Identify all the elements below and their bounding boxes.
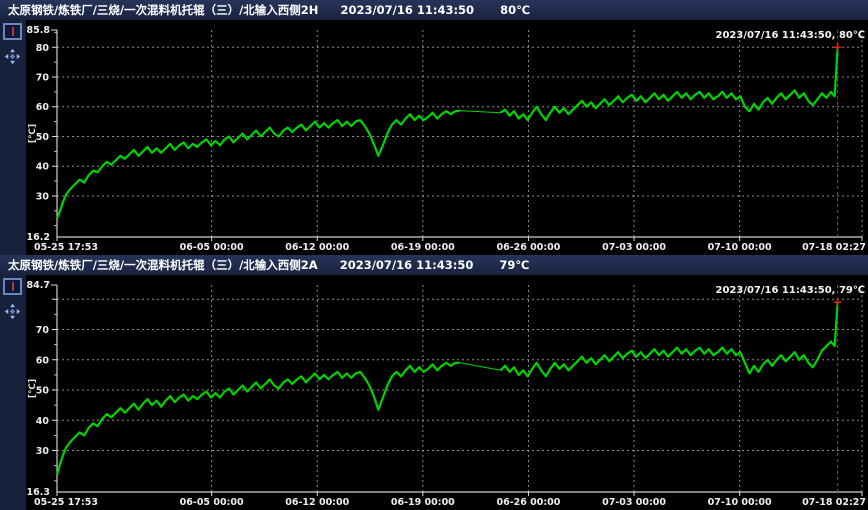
x-tick-label: 06-19 00:00	[391, 497, 455, 508]
series-gap-segment	[460, 111, 501, 113]
cursor-annotation: 2023/07/16 11:43:50, 80℃	[715, 30, 865, 41]
panel-temperature: 80℃	[500, 3, 530, 17]
chart-area: 706050403005-25 17:5306-05 00:0006-12 00…	[26, 275, 868, 510]
series-line	[501, 47, 838, 120]
panel-sidebar	[0, 275, 26, 510]
x-tick-label: 06-26 00:00	[496, 242, 560, 253]
y-tick-label: 30	[36, 191, 50, 202]
x-tick-label: 06-12 00:00	[285, 242, 349, 253]
x-tick-label: 05-25 17:53	[34, 242, 98, 253]
series-line	[57, 363, 460, 475]
series-gap-segment	[460, 363, 501, 371]
panel-sidebar	[0, 20, 26, 255]
y-min-label: 16.2	[27, 232, 50, 243]
trend-thumbnail-icon[interactable]	[3, 23, 22, 40]
panel-datetime: 2023/07/16 11:43:50	[340, 258, 474, 272]
panel-datetime: 2023/07/16 11:43:50	[340, 3, 474, 17]
y-tick-label: 70	[36, 325, 50, 336]
cursor-marker	[834, 298, 841, 306]
x-tick-label: 06-05 00:00	[180, 242, 244, 253]
panel-title: 太原钢铁/炼铁厂/三烧/一次混料机托辊（三）/北输入西侧2A	[8, 257, 318, 273]
move-arrows-icon[interactable]	[4, 48, 21, 65]
cursor-annotation: 2023/07/16 11:43:50, 79℃	[715, 285, 865, 296]
panel-temperature: 79℃	[499, 258, 529, 272]
x-tick-label: 06-12 00:00	[285, 497, 349, 508]
x-tick-label: 06-26 00:00	[496, 497, 560, 508]
thumbnail-spike-mark	[12, 27, 14, 36]
y-tick-label: 40	[36, 416, 50, 427]
x-tick-label: 07-10 00:00	[708, 242, 772, 253]
panel-header: 太原钢铁/炼铁厂/三烧/一次混料机托辊（三）/北输入西侧2H 2023/07/1…	[0, 0, 868, 20]
y-axis-title: [℃]	[28, 124, 38, 143]
panel-header: 太原钢铁/炼铁厂/三烧/一次混料机托辊（三）/北输入西侧2A 2023/07/1…	[0, 255, 868, 275]
x-tick-label: 07-03 00:00	[602, 242, 666, 253]
panel-title: 太原钢铁/炼铁厂/三烧/一次混料机托辊（三）/北输入西侧2H	[8, 2, 318, 18]
x-tick-label: 06-19 00:00	[391, 242, 455, 253]
y-tick-label: 60	[36, 355, 50, 366]
trend-chart-2H[interactable]: 80706050403005-25 17:5306-05 00:0006-12 …	[26, 20, 868, 255]
y-axis-title: [℃]	[28, 379, 38, 398]
thumbnail-spike-mark	[12, 282, 14, 291]
x-tick-label: 07-10 00:00	[708, 497, 772, 508]
y-tick-label: 70	[36, 72, 50, 83]
y-max-label: 84.7	[27, 280, 50, 291]
chart-area: 80706050403005-25 17:5306-05 00:0006-12 …	[26, 20, 868, 255]
x-tick-label: 07-18 02:27	[802, 497, 866, 508]
trend-panel-2H: 太原钢铁/炼铁厂/三烧/一次混料机托辊（三）/北输入西侧2H 2023/07/1…	[0, 0, 868, 255]
trend-chart-2A[interactable]: 706050403005-25 17:5306-05 00:0006-12 00…	[26, 275, 868, 510]
x-tick-label: 05-25 17:53	[34, 497, 98, 508]
y-tick-label: 60	[36, 102, 50, 113]
series-line	[57, 111, 460, 219]
move-arrows-icon[interactable]	[4, 303, 21, 320]
trend-thumbnail-icon[interactable]	[3, 278, 22, 295]
trend-panel-2A: 太原钢铁/炼铁厂/三烧/一次混料机托辊（三）/北输入西侧2A 2023/07/1…	[0, 255, 868, 510]
x-tick-label: 07-18 02:27	[802, 242, 866, 253]
y-tick-label: 40	[36, 162, 50, 173]
y-tick-label: 80	[36, 43, 50, 54]
y-max-label: 85.8	[27, 25, 51, 36]
y-tick-label: 30	[36, 446, 50, 457]
y-min-label: 16.3	[27, 487, 50, 498]
series-line	[501, 302, 838, 376]
cursor-marker	[834, 43, 841, 51]
x-tick-label: 07-03 00:00	[602, 497, 666, 508]
x-tick-label: 06-05 00:00	[180, 497, 244, 508]
